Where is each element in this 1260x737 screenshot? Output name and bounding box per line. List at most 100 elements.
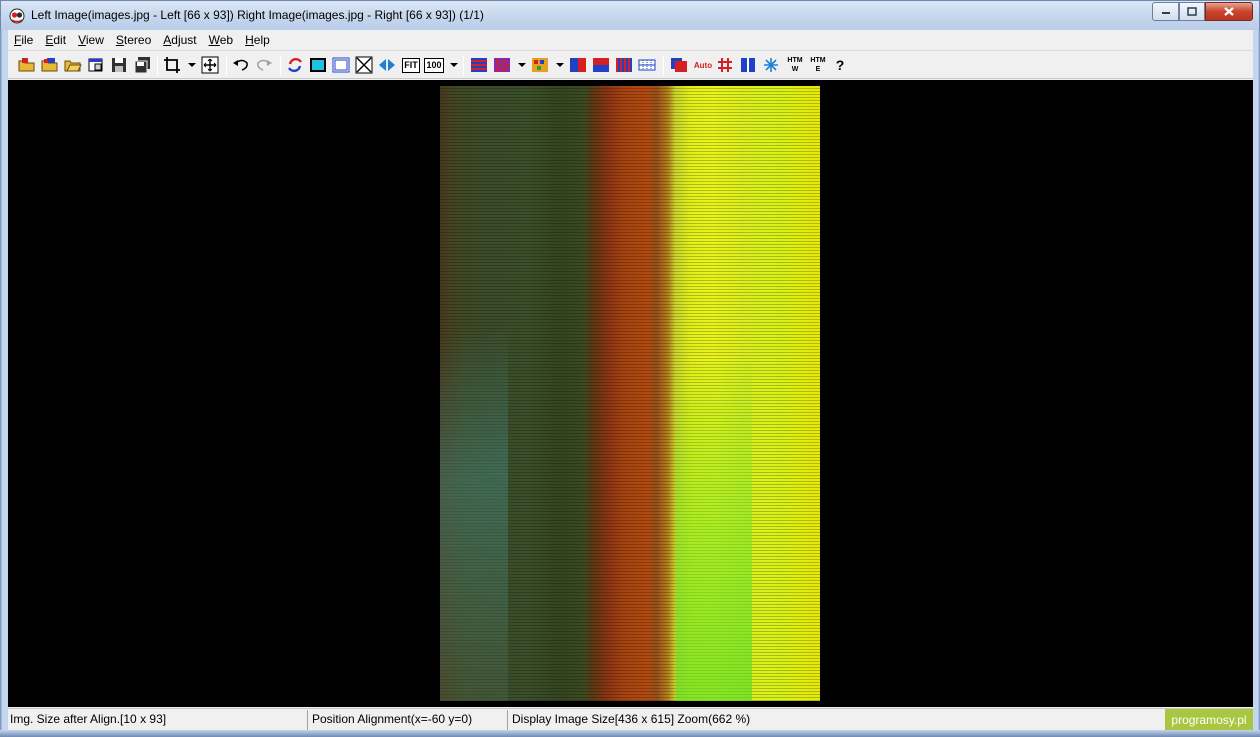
html-e-sub: E [815, 66, 821, 73]
snowflake-icon [764, 58, 778, 72]
html-w-text: HTM [787, 57, 803, 64]
menu-web-accel: W [208, 33, 220, 47]
menu-adjust-label: djust [171, 33, 197, 47]
above-below-button[interactable] [592, 56, 610, 74]
menu-view-label: iew [85, 33, 104, 47]
close-button[interactable] [1205, 2, 1253, 21]
window-icon [88, 58, 103, 72]
help-icon: ? [835, 56, 845, 73]
zoom-dropdown-arrow[interactable] [450, 63, 458, 67]
column-interleave-button[interactable] [615, 56, 633, 74]
color-adjust-button[interactable] [670, 56, 688, 74]
swap-button[interactable] [286, 56, 304, 74]
redo-button[interactable] [255, 56, 273, 74]
crop-dropdown-arrow[interactable] [188, 63, 196, 67]
redo-icon [257, 59, 272, 71]
open-left-right-button[interactable] [18, 56, 36, 74]
menu-view-accel: V [78, 33, 86, 47]
image-highlight [675, 362, 752, 701]
color-adjust-icon [671, 58, 687, 72]
menu-bar: File Edit View Stereo Adjust Web Help [8, 30, 1253, 50]
full-window-button[interactable] [332, 56, 350, 74]
snowflake-button[interactable] [762, 56, 780, 74]
move-button[interactable] [201, 56, 219, 74]
menu-file[interactable]: File [8, 33, 39, 47]
toolbar-separator [463, 56, 464, 75]
interlaced-button[interactable] [470, 56, 488, 74]
minimize-icon [1161, 11, 1170, 14]
folder-icon [64, 60, 82, 72]
mirror-arrows-icon [379, 59, 395, 71]
parallel-view-button[interactable] [739, 56, 757, 74]
window-frame-bottom [0, 730, 1260, 737]
mirror-button[interactable] [378, 56, 396, 74]
toolbar-separator [280, 56, 281, 75]
menu-edit-label: dit [53, 33, 67, 47]
menu-help[interactable]: Help [239, 33, 276, 47]
above-below-icon [593, 58, 609, 72]
html-e-label: HTM E [810, 56, 825, 74]
html-e-text: HTM [810, 57, 826, 64]
undo-button[interactable] [232, 56, 250, 74]
menu-help-accel: H [245, 33, 254, 47]
status-bar: Img. Size after Align.[10 x 93] Position… [8, 708, 1253, 731]
crop-icon [164, 57, 180, 73]
fit-label: FIT [402, 57, 420, 73]
stereo-image[interactable] [440, 86, 820, 701]
window-frame-left [0, 30, 8, 737]
checkerboard-button[interactable] [493, 56, 511, 74]
menu-edit[interactable]: Edit [39, 33, 72, 47]
toolbar-separator [157, 56, 158, 75]
lr-compare-button[interactable] [638, 56, 656, 74]
anaglyph-dropdown-arrow[interactable] [556, 63, 564, 67]
save-all-button[interactable] [133, 56, 151, 74]
open-folder-button[interactable] [64, 56, 82, 74]
fullscreen-button[interactable] [355, 56, 373, 74]
menu-stereo[interactable]: Stereo [110, 33, 157, 47]
fit-button[interactable]: FIT [401, 56, 421, 74]
interlace-dropdown-arrow[interactable] [518, 63, 526, 67]
auto-label: Auto [693, 60, 713, 70]
html-w-button[interactable]: HTM W [785, 56, 805, 74]
menu-adjust[interactable]: Adjust [157, 33, 202, 47]
image-canvas[interactable] [8, 80, 1253, 707]
anaglyph-color-icon [532, 58, 548, 72]
title-bar[interactable]: Left Image(images.jpg - Left [66 x 93]) … [0, 0, 1260, 30]
open-folder-icon [18, 58, 35, 72]
window-frame-right [1253, 30, 1260, 737]
interlaced-icon [471, 58, 487, 72]
html-w-sub: W [791, 66, 799, 73]
open-stereo-button[interactable] [41, 56, 59, 74]
open-window-button[interactable] [87, 56, 105, 74]
close-icon [1224, 7, 1234, 16]
menu-stereo-accel: S [115, 33, 124, 47]
zoom-100-label: 100 [424, 57, 444, 73]
menu-view[interactable]: View [72, 33, 110, 47]
zoom-100-button[interactable]: 100 [424, 56, 444, 74]
menu-web[interactable]: Web [203, 33, 239, 47]
side-by-side-icon [570, 58, 586, 72]
menu-stereo-label: tereo [123, 33, 152, 47]
side-by-side-button[interactable] [569, 56, 587, 74]
crop-button[interactable] [163, 56, 181, 74]
html-w-label: HTM W [787, 56, 802, 74]
move-icon [201, 56, 219, 74]
maximize-button[interactable] [1179, 2, 1205, 21]
save-button[interactable] [110, 56, 128, 74]
grid-icon [718, 58, 732, 72]
lr-compare-icon [638, 59, 656, 71]
anaglyph-color-button[interactable] [531, 56, 549, 74]
open-stereo-icon [41, 58, 58, 72]
minimize-button[interactable] [1152, 2, 1179, 21]
watermark-badge: programosy.pl [1165, 709, 1253, 731]
window-title: Left Image(images.jpg - Left [66 x 93]) … [31, 8, 484, 22]
grid-button[interactable] [716, 56, 734, 74]
menu-web-label: eb [219, 33, 234, 47]
html-e-button[interactable]: HTM E [808, 56, 828, 74]
frame-icon [332, 57, 350, 73]
display-window-button[interactable] [309, 56, 327, 74]
help-button[interactable]: ? [831, 56, 849, 74]
auto-align-button[interactable]: Auto [693, 56, 713, 74]
status-image-size: Img. Size after Align.[10 x 93] [8, 710, 308, 730]
save-icon [112, 58, 126, 72]
